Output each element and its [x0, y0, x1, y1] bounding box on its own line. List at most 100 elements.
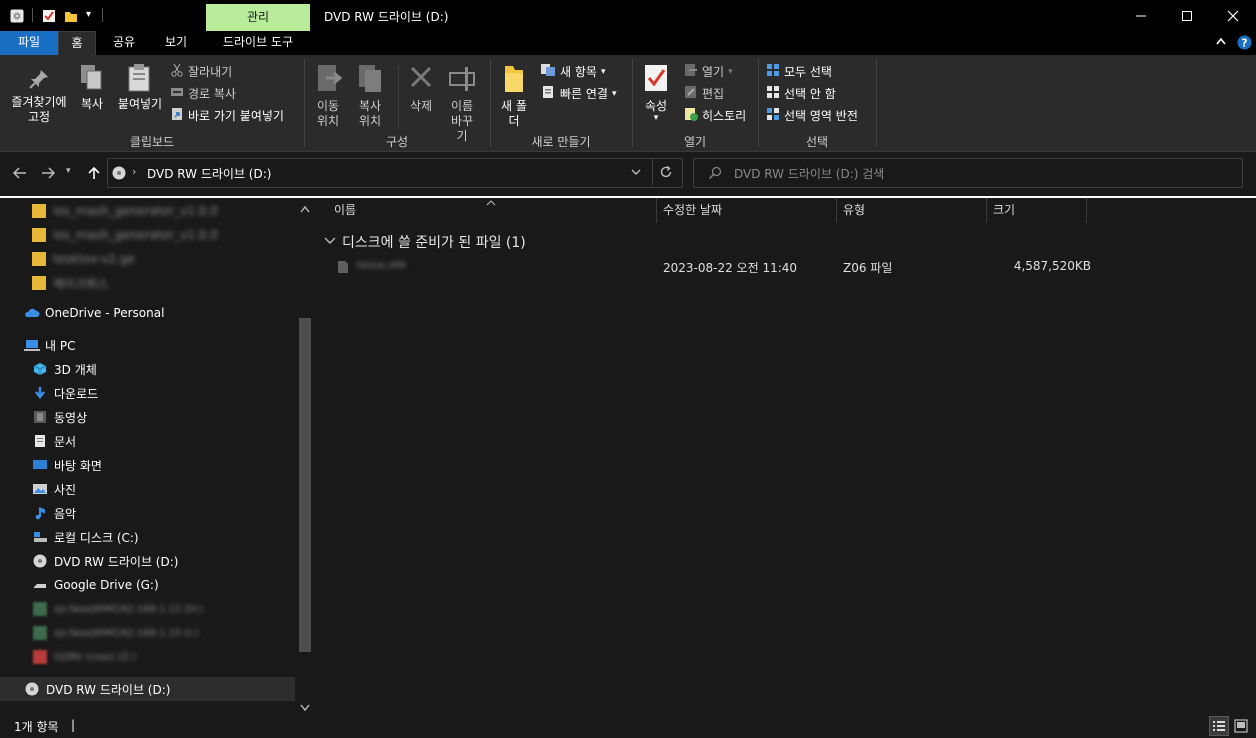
new-folder-button[interactable]: 새 폴더	[498, 63, 530, 129]
nav-item-blurred[interactable]: GDRV (\nas) (Z:)	[0, 645, 136, 669]
up-arrow-icon[interactable]	[86, 165, 102, 184]
rename-button[interactable]: 이름 바꾸기	[442, 63, 482, 144]
network-drive-icon	[33, 650, 47, 664]
move-to-button[interactable]: 이동 위치	[310, 63, 346, 129]
scroll-up-icon[interactable]	[300, 202, 310, 216]
download-arrow-icon	[33, 386, 47, 400]
tab-file[interactable]: 파일	[0, 31, 58, 55]
copy-to-button[interactable]: 복사 위치	[352, 63, 388, 129]
tab-home[interactable]: 홈	[58, 31, 96, 55]
tab-manage[interactable]: 관리	[206, 4, 310, 31]
column-header-type[interactable]: 유형	[837, 198, 987, 223]
copy-button[interactable]: 복사	[76, 63, 108, 112]
properties-icon	[645, 65, 667, 91]
nav-item-onedrive[interactable]: OneDrive - Personal	[0, 301, 164, 325]
history-label: 히스토리	[702, 108, 747, 123]
large-icons-view-button[interactable]	[1232, 717, 1250, 738]
back-arrow-icon[interactable]	[12, 165, 28, 184]
open-button[interactable]: 열기 ▾	[684, 63, 733, 80]
computer-icon	[24, 338, 40, 352]
folder-icon	[32, 276, 46, 290]
nav-item-music[interactable]: 음악	[0, 501, 76, 525]
nav-item-documents[interactable]: 문서	[0, 429, 76, 453]
invert-selection-button[interactable]: 선택 영역 반전	[766, 107, 858, 124]
tab-drive-tools[interactable]: 드라이브 도구	[208, 31, 308, 55]
nav-label: 다운로드	[54, 386, 99, 401]
tab-share[interactable]: 공유	[104, 31, 144, 55]
forward-arrow-icon[interactable]	[40, 165, 56, 184]
minimize-button[interactable]	[1118, 0, 1164, 31]
paste-shortcut-button[interactable]: 바로 가기 붙여넣기	[170, 107, 284, 124]
navigation-pane[interactable]: ios_mash_generator_v1.0.0 ios_mash_gener…	[0, 198, 315, 714]
organize-group-label: 구성	[385, 135, 409, 149]
clipboard-group-label: 클립보드	[129, 135, 175, 149]
tab-view[interactable]: 보기	[156, 31, 196, 55]
customize-qat-icon[interactable]: ▾	[86, 9, 91, 20]
close-button[interactable]	[1210, 0, 1256, 31]
maximize-button[interactable]	[1164, 0, 1210, 31]
refresh-icon[interactable]	[659, 165, 673, 182]
nav-item-selected-dvd-rw-d[interactable]: DVD RW 드라이브 (D:)	[0, 677, 295, 701]
new-folder-icon[interactable]	[64, 9, 78, 23]
search-box[interactable]: DVD RW 드라이브 (D:) 검색	[693, 158, 1243, 188]
dvd-drive-icon	[112, 166, 126, 183]
copy-path-button[interactable]: 경로 복사	[170, 85, 236, 102]
svg-text:?: ?	[1241, 37, 1247, 50]
properties-check-icon[interactable]	[42, 9, 56, 23]
ribbon-tab-bar: 파일 홈 공유 보기 드라이브 도구 ?	[0, 31, 1256, 55]
column-header-size[interactable]: 크기	[987, 198, 1087, 223]
delete-button[interactable]: 삭제	[404, 63, 438, 114]
nav-item-blurred[interactable]: 제이크뤼스	[0, 271, 108, 295]
recent-locations-chevron-icon[interactable]: ▾	[66, 166, 71, 176]
search-placeholder: DVD RW 드라이브 (D:) 검색	[734, 167, 885, 181]
nav-item-desktop[interactable]: 바탕 화면	[0, 453, 102, 477]
nav-item-blurred[interactable]: qs-fwas9HM192.168.1.12 (H:)	[0, 597, 203, 621]
history-button[interactable]: 히스토리	[684, 107, 746, 124]
nav-item-blurred[interactable]: tesktov-v2.ge	[0, 247, 135, 271]
invert-selection-icon	[766, 107, 780, 124]
collapse-chevron-icon[interactable]	[324, 234, 336, 250]
nav-item-3d-objects[interactable]: 3D 개체	[0, 357, 97, 381]
group-header[interactable]: 디스크에 쓸 준비가 된 파일 (1)	[324, 232, 526, 252]
move-to-icon	[318, 65, 343, 91]
address-bar[interactable]: › DVD RW 드라이브 (D:)	[107, 158, 683, 188]
nav-item-this-pc[interactable]: 내 PC	[0, 333, 75, 357]
nav-item-pictures[interactable]: 사진	[0, 477, 76, 501]
details-view-button[interactable]	[1209, 716, 1229, 736]
edit-button[interactable]: 편집	[684, 85, 724, 102]
nav-item-videos[interactable]: 동영상	[0, 405, 87, 429]
select-all-icon	[766, 63, 780, 80]
column-header-name[interactable]: 이름	[328, 198, 657, 223]
address-dropdown-icon[interactable]	[630, 166, 642, 181]
properties-button[interactable]: 속성 ▾	[640, 63, 672, 123]
address-divider	[652, 159, 653, 187]
nav-item-blurred[interactable]: ios_mash_generator_v1.0.0	[0, 223, 218, 247]
select-none-button[interactable]: 선택 안 함	[766, 85, 836, 102]
paste-button[interactable]: 붙여넣기	[114, 63, 166, 112]
nav-item-local-disk-c[interactable]: 로컬 디스크 (C:)	[0, 525, 139, 549]
column-header-date[interactable]: 수정한 날짜	[657, 198, 837, 223]
nav-item-blurred[interactable]: ios_mash_generator_v1.0.0	[0, 199, 218, 223]
breadcrumb[interactable]: DVD RW 드라이브 (D:)	[147, 165, 271, 182]
breadcrumb-chevron-icon[interactable]: ›	[132, 165, 136, 178]
nav-item-downloads[interactable]: 다운로드	[0, 381, 98, 405]
collapse-ribbon-icon[interactable]	[1215, 36, 1227, 49]
scissors-icon	[170, 63, 184, 80]
help-icon[interactable]: ?	[1237, 35, 1252, 53]
new-item-button[interactable]: 새 항목 ▾	[540, 63, 605, 80]
scroll-down-icon[interactable]	[300, 701, 310, 715]
nav-scroll-thumb[interactable]	[299, 318, 311, 652]
pin-to-quick-access-button[interactable]: 즐겨찾기에 고정	[4, 67, 74, 125]
nav-item-blurred[interactable]: qs-fwas9HM192.168.1.15 (I:)	[0, 621, 199, 645]
file-row[interactable]: teous.z06 2023-08-22 오전 11:40 Z06 파일 4,5…	[328, 256, 1091, 278]
easy-access-button[interactable]: 빠른 연결 ▾	[540, 85, 617, 102]
nav-item-dvd-rw-d[interactable]: DVD RW 드라이브 (D:)	[0, 549, 178, 573]
file-list[interactable]: 이름 수정한 날짜 유형 크기 디스크에 쓸 준비가 된 파일 (1) teou…	[316, 198, 1256, 714]
cut-button[interactable]: 잘라내기	[170, 63, 232, 80]
dvd-drive-icon[interactable]	[10, 9, 24, 23]
select-all-button[interactable]: 모두 선택	[766, 63, 832, 80]
disc-icon	[33, 554, 47, 568]
new-group-label: 새로 만들기	[531, 135, 591, 149]
nav-item-google-drive-g[interactable]: Google Drive (G:)	[0, 573, 159, 597]
file-name: teous.z06	[357, 260, 406, 271]
